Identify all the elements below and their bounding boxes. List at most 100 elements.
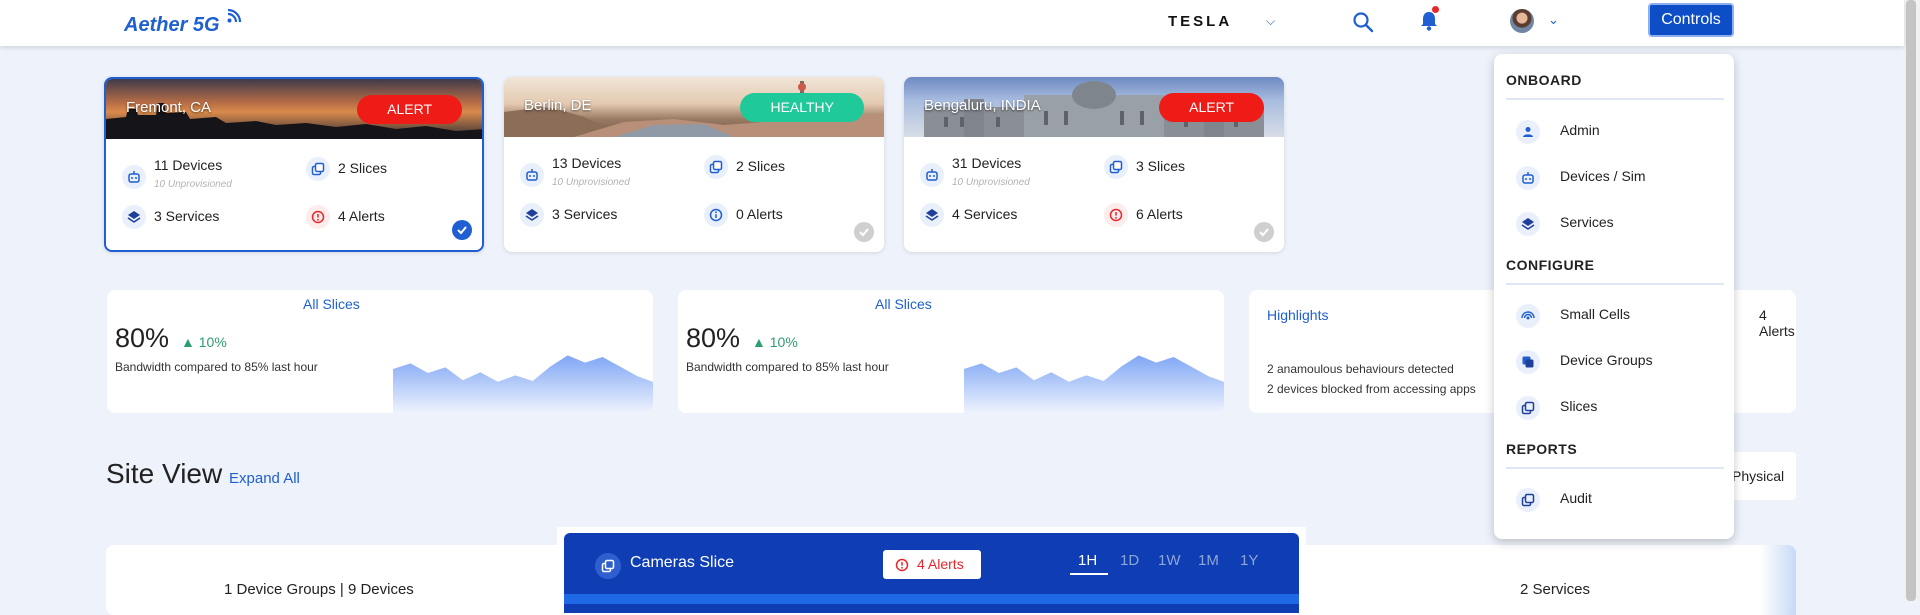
scrollbar-thumb[interactable] [1906, 0, 1916, 601]
chevron-down-icon[interactable]: ⌄ [1548, 12, 1559, 28]
notification-bell-icon[interactable] [1418, 10, 1440, 32]
check-selected-icon[interactable] [452, 220, 472, 240]
menu-item-label: Small Cells [1560, 306, 1631, 322]
alert-circle-icon [1104, 203, 1128, 227]
physical-toggle[interactable]: Physical [1732, 468, 1784, 484]
slices-icon [1104, 155, 1128, 179]
robot-icon [122, 165, 146, 189]
active-range-indicator [1070, 573, 1108, 575]
devices-count[interactable]: 11 Devices [154, 157, 222, 173]
devices-count[interactable]: 31 Devices [952, 155, 1021, 171]
org-selector[interactable]: TESLA [1168, 13, 1232, 30]
menu-item-slices[interactable]: Slices [1508, 390, 1722, 424]
site-card-bengaluru[interactable]: Bengaluru, INDIA ALERT 31 Devices 10 Unp… [904, 77, 1284, 252]
services-summary[interactable]: 2 Services [1520, 581, 1590, 598]
menu-item-small-cells[interactable]: Small Cells [1508, 298, 1722, 332]
highlight-line: 2 devices blocked from accessing apps [1267, 382, 1476, 396]
info-circle-icon [704, 203, 728, 227]
devices-count[interactable]: 13 Devices [552, 155, 621, 171]
check-unselected-icon[interactable] [854, 222, 874, 242]
unprovisioned-count: 10 Unprovisioned [552, 177, 630, 188]
antenna-icon [1516, 304, 1540, 328]
site-name: Bengaluru, INDIA [924, 97, 1041, 114]
slice-alerts-badge[interactable]: 4 Alerts [883, 550, 981, 579]
slices-icon [306, 157, 330, 181]
top-header: Aether 5G TESLA ⌵ ⌄ Controls [0, 0, 1904, 46]
range-tab-1h[interactable]: 1H [1078, 552, 1097, 569]
bandwidth-sparkline [964, 355, 1224, 413]
device-groups-summary[interactable]: 1 Device Groups | 9 Devices [224, 581, 414, 598]
sparkline-area [393, 355, 653, 413]
slices-count[interactable]: 2 Slices [338, 160, 387, 176]
alert-circle-icon [306, 205, 330, 229]
alerts-count[interactable]: 6 Alerts [1136, 206, 1183, 222]
robot-icon [920, 163, 944, 187]
chevron-down-icon[interactable]: ⌵ [1266, 14, 1275, 29]
slices-icon [704, 155, 728, 179]
metric-description: Bandwidth compared to 85% last hour [115, 360, 318, 374]
metric-change: ▲ 10% [181, 334, 227, 350]
menu-divider [1506, 283, 1724, 285]
site-card-berlin[interactable]: Berlin, DE HEALTHY 13 Devices 10 Unprovi… [504, 77, 884, 252]
range-tab-1m[interactable]: 1M [1198, 552, 1219, 569]
notification-dot [1432, 6, 1439, 13]
highlights-title[interactable]: Highlights [1267, 307, 1328, 323]
metric-change: ▲ 10% [752, 334, 798, 350]
controls-button[interactable]: Controls [1648, 3, 1734, 37]
menu-item-admin[interactable]: Admin [1508, 114, 1722, 148]
services-count[interactable]: 3 Services [552, 206, 617, 222]
range-tab-1y[interactable]: 1Y [1240, 552, 1258, 569]
status-badge: HEALTHY [740, 93, 864, 122]
services-count[interactable]: 4 Services [952, 206, 1017, 222]
layers-icon [920, 203, 944, 227]
highlights-alerts[interactable]: 4 Alerts [1759, 307, 1796, 339]
layers-icon [520, 203, 544, 227]
expand-all-link[interactable]: Expand All [229, 470, 300, 487]
menu-section-onboard: ONBOARD [1506, 72, 1582, 88]
metric-title[interactable]: All Slices [303, 296, 360, 312]
alerts-count[interactable]: 4 Alerts [338, 208, 385, 224]
bandwidth-sparkline [393, 355, 653, 413]
robot-icon [1516, 166, 1540, 190]
menu-item-devices-sim[interactable]: Devices / Sim [1508, 160, 1722, 194]
check-unselected-icon[interactable] [1254, 222, 1274, 242]
menu-section-configure: CONFIGURE [1506, 257, 1595, 273]
metric-change-value: 10% [198, 334, 227, 350]
slices-icon [595, 553, 621, 579]
menu-item-label: Devices / Sim [1560, 168, 1646, 184]
alerts-count[interactable]: 0 Alerts [736, 206, 783, 222]
site-card-fremont[interactable]: Fremont, CA ALERT 11 Devices 10 Unprovis… [104, 77, 484, 252]
metric-description: Bandwidth compared to 85% last hour [686, 360, 889, 374]
slices-count[interactable]: 2 Slices [736, 158, 785, 174]
services-count[interactable]: 3 Services [154, 208, 219, 224]
layers-icon [1516, 212, 1540, 236]
metric-title[interactable]: All Slices [875, 296, 932, 312]
wifi-signal-icon [227, 8, 242, 23]
metric-card-slices[interactable]: All Slices 80% ▲ 10% Bandwidth compared … [107, 290, 653, 413]
audit-icon [1516, 488, 1540, 512]
status-badge: ALERT [357, 95, 462, 124]
menu-item-label: Audit [1560, 490, 1592, 506]
status-badge: ALERT [1159, 93, 1264, 122]
device-group-icon [1516, 350, 1540, 374]
metric-value: 80% [686, 323, 741, 353]
range-tab-1d[interactable]: 1D [1120, 552, 1139, 569]
metric-card-slices-2[interactable]: All Slices 80% ▲ 10% Bandwidth compared … [678, 290, 1224, 413]
menu-divider [1506, 98, 1724, 100]
range-tab-1w[interactable]: 1W [1158, 552, 1181, 569]
app-logo[interactable]: Aether 5G [124, 14, 220, 37]
user-avatar[interactable] [1510, 9, 1534, 33]
slice-alerts-text: 4 Alerts [917, 556, 964, 572]
slices-count[interactable]: 3 Slices [1136, 158, 1185, 174]
menu-item-label: Device Groups [1560, 352, 1653, 368]
menu-item-label: Admin [1560, 122, 1600, 138]
alert-circle-icon [895, 558, 909, 572]
metric-change-value: 10% [769, 334, 798, 350]
search-icon[interactable] [1352, 11, 1374, 33]
menu-item-audit[interactable]: Audit [1508, 482, 1722, 516]
menu-item-label: Slices [1560, 398, 1598, 414]
menu-item-services[interactable]: Services [1508, 206, 1722, 240]
unprovisioned-count: 10 Unprovisioned [952, 177, 1030, 188]
person-icon [1516, 120, 1540, 144]
menu-item-device-groups[interactable]: Device Groups [1508, 344, 1722, 378]
